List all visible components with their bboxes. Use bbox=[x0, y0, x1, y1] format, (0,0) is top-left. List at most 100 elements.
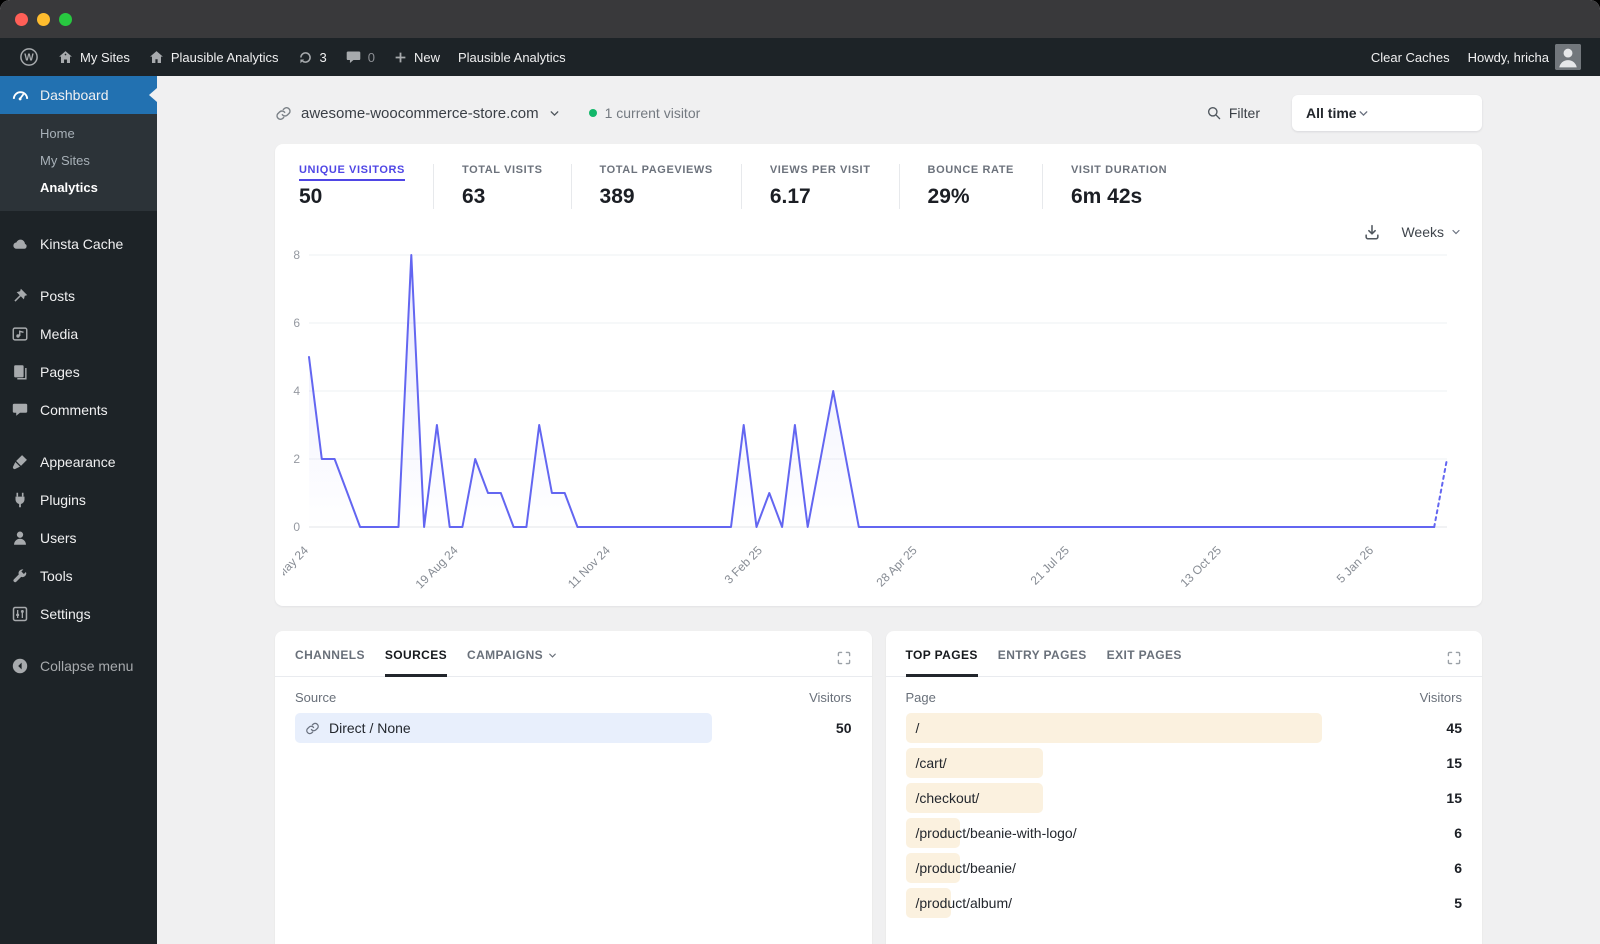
page-visitors: 15 bbox=[1446, 790, 1462, 806]
sidebar-item-appearance[interactable]: Appearance bbox=[0, 443, 157, 481]
sidebar-item-tools[interactable]: Tools bbox=[0, 557, 157, 595]
plausible-analytics-shortcut[interactable]: Plausible Analytics bbox=[449, 38, 575, 76]
stat-label[interactable]: TOTAL VISITS bbox=[462, 164, 543, 176]
chart-toolbar: Weeks bbox=[275, 219, 1482, 243]
new-label: New bbox=[413, 49, 440, 65]
tools-label: Tools bbox=[40, 568, 73, 584]
period-label: All time bbox=[1306, 105, 1357, 121]
sidebar-item-media[interactable]: Media bbox=[0, 315, 157, 353]
page-row[interactable]: / 45 bbox=[905, 713, 1462, 743]
new-content-menu[interactable]: New bbox=[384, 38, 449, 76]
close-window-button[interactable] bbox=[15, 12, 28, 26]
visitors-column-header: Visitors bbox=[809, 690, 852, 705]
wp-logo-menu[interactable]: W bbox=[10, 38, 48, 76]
tab-channels[interactable]: CHANNELS bbox=[295, 648, 365, 677]
expand-icon[interactable] bbox=[1446, 650, 1462, 671]
download-icon[interactable] bbox=[1363, 223, 1381, 241]
stat-value: 63 bbox=[461, 185, 486, 208]
page-row[interactable]: /cart/ 15 bbox=[905, 748, 1462, 778]
current-visitors[interactable]: 1 current visitor bbox=[588, 105, 701, 121]
stat-value: 29% bbox=[927, 185, 970, 208]
howdy-label: Howdy, hricha bbox=[1467, 49, 1549, 65]
stat-label[interactable]: UNIQUE VISITORS bbox=[299, 164, 405, 176]
kinsta-cache-label: Kinsta Cache bbox=[40, 236, 124, 252]
stat-metric[interactable]: TOTAL VISITS 63 bbox=[462, 164, 572, 209]
sidebar-item-settings[interactable]: Settings bbox=[0, 595, 157, 633]
sidebar-item-posts[interactable]: Posts bbox=[0, 277, 157, 315]
stat-label[interactable]: BOUNCE RATE bbox=[928, 164, 1014, 176]
tab-campaigns[interactable]: CAMPAIGNS bbox=[467, 648, 558, 677]
analytics-content: awesome-woocommerce-store.com 1 current … bbox=[157, 76, 1600, 944]
svg-text:5 Jan 26: 5 Jan 26 bbox=[1334, 543, 1377, 586]
chevron-down-icon bbox=[548, 107, 561, 120]
stat-metric[interactable]: TOTAL PAGEVIEWS 389 bbox=[600, 164, 742, 209]
page-row[interactable]: /product/beanie-with-logo/ 6 bbox=[905, 818, 1462, 848]
tab-top-pages[interactable]: TOP PAGES bbox=[905, 648, 978, 677]
sidebar-item-comments[interactable]: Comments bbox=[0, 391, 157, 429]
source-row[interactable]: Direct / None 50 bbox=[295, 713, 852, 743]
expand-icon[interactable] bbox=[836, 650, 852, 671]
visitors-chart[interactable]: 0 2 4 6 8 31 May 24 19 Aug 24 11 Nov 24 3 Feb 25… bbox=[262, 243, 1463, 595]
stat-metric[interactable]: VISIT DURATION 6m 42s bbox=[1071, 164, 1195, 209]
date-range-select[interactable]: All time bbox=[1292, 95, 1482, 131]
gauge-icon bbox=[10, 85, 30, 105]
sidebar-item-plugins[interactable]: Plugins bbox=[0, 481, 157, 519]
pushpin-icon bbox=[10, 286, 30, 306]
page-row[interactable]: /product/beanie/ 6 bbox=[905, 853, 1462, 883]
page-row[interactable]: /product/album/ 5 bbox=[905, 888, 1462, 918]
media-label: Media bbox=[40, 326, 79, 342]
stat-label[interactable]: TOTAL PAGEVIEWS bbox=[600, 164, 713, 176]
page-visitors: 15 bbox=[1446, 755, 1462, 771]
sidebar-item-users[interactable]: Users bbox=[0, 519, 157, 557]
page-row[interactable]: /checkout/ 15 bbox=[905, 783, 1462, 813]
stat-value: 389 bbox=[599, 185, 635, 208]
stat-metric[interactable]: VIEWS PER VISIT 6.17 bbox=[770, 164, 900, 209]
sources-columns: Source Visitors bbox=[275, 677, 872, 711]
collapse-menu-button[interactable]: Collapse menu bbox=[0, 647, 157, 685]
current-visitors-label: 1 current visitor bbox=[604, 105, 701, 121]
site-selector[interactable]: awesome-woocommerce-store.com bbox=[275, 105, 561, 122]
visitors-card: UNIQUE VISITORS 50 TOTAL VISITS 63 TOTAL… bbox=[262, 144, 1482, 606]
minimize-window-button[interactable] bbox=[37, 12, 50, 26]
my-sites-label: My Sites bbox=[80, 49, 130, 65]
settings-icon bbox=[10, 604, 30, 624]
my-sites-menu[interactable]: My Sites bbox=[48, 38, 139, 76]
filter-button[interactable]: Filter bbox=[1206, 105, 1260, 121]
stat-metric[interactable]: UNIQUE VISITORS 50 bbox=[299, 164, 434, 209]
svg-text:4: 4 bbox=[293, 384, 300, 398]
stat-label[interactable]: VISIT DURATION bbox=[1071, 164, 1167, 176]
media-icon bbox=[10, 324, 30, 344]
sidebar-subitem-analytics[interactable]: Analytics bbox=[0, 174, 157, 201]
updates-icon bbox=[297, 49, 314, 66]
sidebar-item-kinsta-cache[interactable]: Kinsta Cache bbox=[0, 225, 157, 263]
interval-label: Weeks bbox=[1401, 224, 1444, 240]
updates-menu[interactable]: 3 bbox=[288, 38, 336, 76]
interval-select[interactable]: Weeks bbox=[1401, 224, 1462, 240]
sidebar-subitem-my-sites[interactable]: My Sites bbox=[0, 147, 157, 174]
sidebar-item-dashboard[interactable]: Dashboard bbox=[0, 76, 157, 114]
home-icon bbox=[148, 49, 165, 66]
tab-entry-pages[interactable]: ENTRY PAGES bbox=[998, 648, 1087, 677]
dashboard-label: Dashboard bbox=[40, 87, 109, 103]
account-menu[interactable]: Howdy, hricha bbox=[1459, 38, 1590, 76]
page-visitors: 6 bbox=[1454, 825, 1462, 841]
stat-metric[interactable]: BOUNCE RATE 29% bbox=[928, 164, 1043, 209]
page-path: /product/album/ bbox=[915, 895, 1013, 911]
fullscreen-window-button[interactable] bbox=[59, 12, 72, 26]
site-domain: awesome-woocommerce-store.com bbox=[301, 104, 539, 122]
stat-label[interactable]: VIEWS PER VISIT bbox=[770, 164, 871, 176]
site-menu[interactable]: Plausible Analytics bbox=[139, 38, 288, 76]
current-menu-arrow bbox=[149, 88, 157, 102]
sidebar-item-pages[interactable]: Pages bbox=[0, 353, 157, 391]
link-icon bbox=[275, 105, 292, 122]
pages-rows: / 45 /cart/ 15 /checkout/ 15 /product/be… bbox=[886, 711, 1483, 918]
wp-admin-bar: W My Sites Plausible Analytics 3 0 New P… bbox=[0, 38, 1600, 76]
comments-menu[interactable]: 0 bbox=[336, 38, 384, 76]
clear-caches-button[interactable]: Clear Caches bbox=[1362, 38, 1459, 76]
sidebar-subitem-home[interactable]: Home bbox=[0, 120, 157, 147]
svg-text:0: 0 bbox=[293, 520, 300, 534]
tab-sources[interactable]: SOURCES bbox=[384, 648, 448, 677]
posts-label: Posts bbox=[40, 288, 76, 304]
tab-exit-pages[interactable]: EXIT PAGES bbox=[1107, 648, 1182, 677]
stat-value: 6.17 bbox=[769, 185, 811, 208]
